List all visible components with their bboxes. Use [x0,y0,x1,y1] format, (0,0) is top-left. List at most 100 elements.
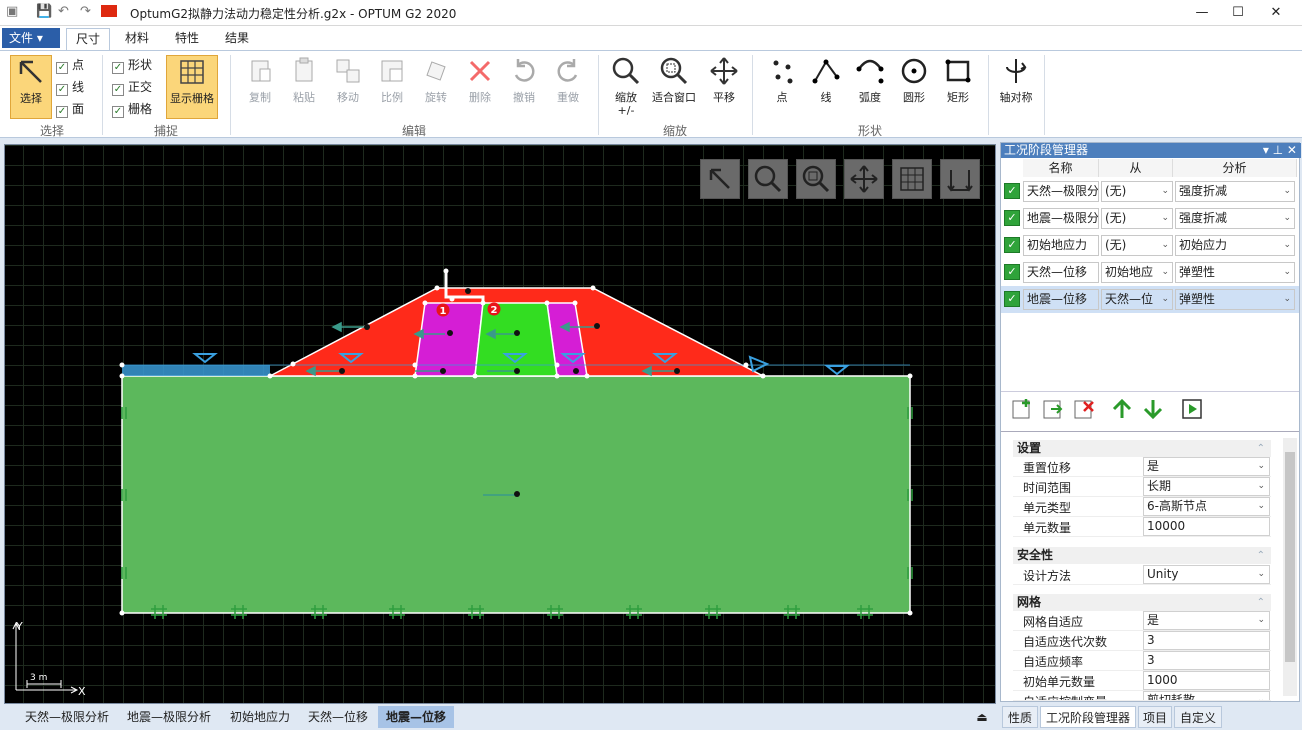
element-count-input[interactable]: 10000 [1143,517,1270,536]
stage-name-field[interactable]: 地震—位移 [1023,289,1099,310]
stage-row[interactable]: ✓ 初始地应力 (无) ⌄ 初始应力 ⌄ [1001,232,1299,259]
stage-from-select[interactable]: (无) ⌄ [1101,208,1173,229]
adapt-iterations-input[interactable]: 3 [1143,631,1270,650]
move-down-icon[interactable] [1142,398,1164,420]
eject-icon[interactable]: ⏏ [972,706,992,728]
copy-button[interactable]: 复制 [236,55,284,117]
panel-controls-icon[interactable]: ▾ ⊥ ✕ [1263,143,1297,158]
fit-window-button[interactable]: 适合窗口 [646,55,702,117]
undo-icon[interactable]: ↶ [58,4,69,19]
arc-button[interactable]: 弧度 [846,55,894,117]
run-icon[interactable] [1181,398,1203,420]
element-type-select[interactable]: 6-高斯节点 ⌄ [1143,497,1270,516]
reset-displacement-select[interactable]: 是 ⌄ [1143,457,1270,476]
mesh-group-header[interactable]: 网格 ⌃ [1013,594,1271,611]
stage-from-select[interactable]: (无) ⌄ [1101,235,1173,256]
tab-results[interactable]: 结果 [216,28,258,50]
safety-group-header[interactable]: 安全性 ⌃ [1013,547,1271,564]
stage-enabled-checkbox[interactable]: ✓ [1004,264,1020,280]
stage-tab-2[interactable]: 地震—极限分析 [120,706,218,728]
check-grid[interactable]: ✓ 栅格 [112,100,152,118]
file-menu-button[interactable]: 文件 ▾ [2,28,60,48]
tab-properties[interactable]: 性质 [1002,706,1038,728]
point-button[interactable]: 点 [758,55,806,117]
property-row[interactable]: 自适应频率 3 [1013,651,1271,671]
stage-enabled-checkbox[interactable]: ✓ [1004,237,1020,253]
check-face[interactable]: ✓ 面 [56,100,84,118]
tab-materials[interactable]: 材料 [116,28,158,50]
collapse-icon[interactable]: ⌃ [1257,547,1265,564]
stage-analysis-select[interactable]: 弹塑性 ⌄ [1175,262,1295,283]
stage-name-field[interactable]: 地震—极限分 [1023,208,1099,229]
copy-stage-icon[interactable] [1042,398,1064,420]
delete-stage-icon[interactable] [1073,398,1095,420]
stage-name-field[interactable]: 天然—极限分 [1023,181,1099,202]
save-icon[interactable]: 💾 [36,4,52,19]
stage-enabled-checkbox[interactable]: ✓ [1004,210,1020,226]
delete-button[interactable]: 删除 [456,55,504,117]
property-row[interactable]: 时间范围 长期 ⌄ [1013,477,1271,497]
maximize-button[interactable]: ☐ [1220,0,1256,26]
stage-tab-4[interactable]: 天然—位移 [300,706,376,728]
move-up-icon[interactable] [1111,398,1133,420]
stage-enabled-checkbox[interactable]: ✓ [1004,183,1020,199]
stage-analysis-select[interactable]: 初始应力 ⌄ [1175,235,1295,256]
time-scope-select[interactable]: 长期 ⌄ [1143,477,1270,496]
settings-group-header[interactable]: 设置 ⌃ [1013,440,1271,457]
model-canvas[interactable]: 1 2 Y X 3 m [4,144,996,704]
property-row[interactable]: 重置位移是 ⌄ [1013,457,1271,477]
property-row[interactable]: 初始单元数量 1000 [1013,671,1271,691]
undo-button[interactable]: 撤销 [500,55,548,117]
check-ortho[interactable]: ✓ 正交 [112,78,152,96]
show-grid-button[interactable]: 显示栅格 [166,55,218,119]
minimize-button[interactable]: — [1184,0,1220,26]
tab-features[interactable]: 特性 [166,28,208,50]
stage-row[interactable]: ✓ 地震—极限分 (无) ⌄ 强度折减 ⌄ [1001,205,1299,232]
check-point[interactable]: ✓ 点 [56,56,84,74]
rotate-button[interactable]: 旋转 [412,55,460,117]
tab-stage-manager[interactable]: 工况阶段管理器 [1040,706,1136,728]
stage-from-select[interactable]: (无) ⌄ [1101,181,1173,202]
stage-name-field[interactable]: 天然—位移 [1023,262,1099,283]
property-row[interactable]: 网格自适应是 ⌄ [1013,611,1271,631]
circle-button[interactable]: 圆形 [890,55,938,117]
paste-button[interactable]: 粘贴 [280,55,328,117]
property-row[interactable]: 单元数量 10000 [1013,517,1271,537]
mesh-adaptivity-select[interactable]: 是 ⌄ [1143,611,1270,630]
rectangle-button[interactable]: 矩形 [934,55,982,117]
stage-tab-3[interactable]: 初始地应力 [222,706,298,728]
close-button[interactable]: ✕ [1258,0,1294,26]
check-shape[interactable]: ✓ 形状 [112,56,152,74]
stage-name-field[interactable]: 初始地应力 [1023,235,1099,256]
tab-custom[interactable]: 自定义 [1174,706,1222,728]
tab-project[interactable]: 项目 [1138,706,1172,728]
check-line[interactable]: ✓ 线 [56,78,84,96]
stage-row-selected[interactable]: ✓ 地震—位移 天然—位 ⌄ 弹塑性 ⌄ [1001,286,1299,313]
add-stage-icon[interactable] [1011,398,1033,420]
stage-row[interactable]: ✓ 天然—极限分 (无) ⌄ 强度折减 ⌄ [1001,178,1299,205]
stage-analysis-select[interactable]: 强度折减 ⌄ [1175,181,1295,202]
select-button[interactable]: 选择 [10,55,52,119]
scale-button[interactable]: 比例 [368,55,416,117]
property-row[interactable]: 自适应迭代次数 3 [1013,631,1271,651]
axisymmetric-button[interactable]: 轴对称 [992,55,1040,117]
redo-icon[interactable]: ↷ [80,4,91,19]
move-button[interactable]: 移动 [324,55,372,117]
stage-tab-5[interactable]: 地震—位移 [378,706,454,728]
property-row[interactable]: 设计方法 Unity ⌄ [1013,565,1271,585]
collapse-icon[interactable]: ⌃ [1257,440,1265,457]
design-method-select[interactable]: Unity ⌄ [1143,565,1270,584]
stage-from-select[interactable]: 初始地应 ⌄ [1101,262,1173,283]
stage-from-select[interactable]: 天然—位 ⌄ [1101,289,1173,310]
collapse-icon[interactable]: ⌃ [1257,594,1265,611]
stage-tab-1[interactable]: 天然—极限分析 [18,706,116,728]
stage-enabled-checkbox[interactable]: ✓ [1004,291,1020,307]
adapt-frequency-input[interactable]: 3 [1143,651,1270,670]
control-variable-select[interactable]: 剪切耗散 ⌄ [1143,691,1270,700]
zoom-button[interactable]: 缩放 +/- [602,55,650,117]
redo-button[interactable]: 重做 [544,55,592,117]
line-button[interactable]: 线 [802,55,850,117]
pan-button[interactable]: 平移 [700,55,748,117]
property-row[interactable]: 自适应控制变量剪切耗散⌄ [1013,691,1271,701]
property-row[interactable]: 单元类型 6-高斯节点 ⌄ [1013,497,1271,517]
